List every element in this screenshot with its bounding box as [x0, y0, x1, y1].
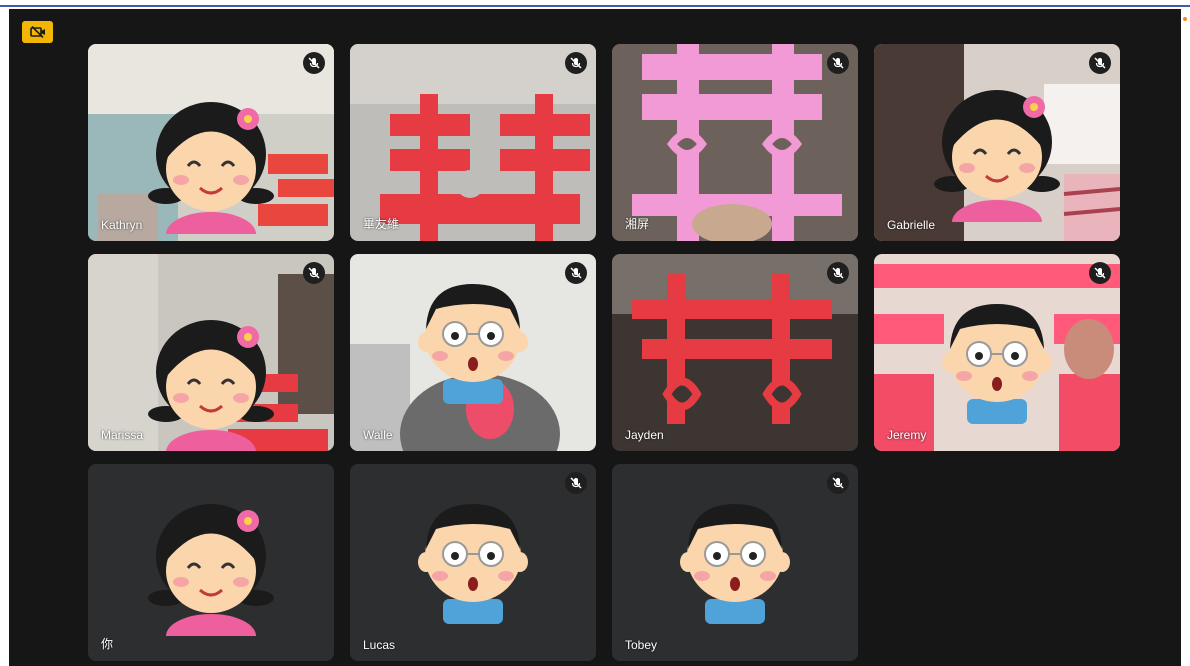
mute-indicator — [565, 52, 587, 74]
status-dot — [1183, 17, 1187, 21]
participant-name: Marissa — [101, 428, 144, 442]
participant-name: Jayden — [625, 428, 664, 442]
meeting-stage: Kathryn 畢友維 湘屏 Gabrielle Marissa Walle J… — [9, 9, 1187, 666]
participant-tile[interactable]: Lucas — [350, 464, 596, 661]
mic-off-icon — [1094, 57, 1106, 69]
mic-off-icon — [832, 57, 844, 69]
mute-indicator — [1089, 52, 1111, 74]
camera-off-icon — [29, 26, 45, 38]
mute-indicator — [827, 262, 849, 284]
mute-indicator — [303, 262, 325, 284]
mute-indicator — [1089, 262, 1111, 284]
video-feed — [612, 254, 858, 451]
mic-off-icon — [308, 57, 320, 69]
participant-tile[interactable]: Tobey — [612, 464, 858, 661]
participant-tile[interactable]: Marissa — [88, 254, 334, 451]
boy-avatar — [680, 504, 790, 624]
mic-off-icon — [570, 477, 582, 489]
participant-tile-self[interactable]: 你 — [88, 464, 334, 661]
participant-name: Lucas — [363, 638, 396, 652]
participant-tile[interactable]: Gabrielle — [874, 44, 1120, 241]
mute-indicator — [827, 52, 849, 74]
participant-name: 畢友維 — [363, 217, 400, 231]
participant-tile[interactable]: Jeremy — [874, 254, 1120, 451]
girl-avatar — [934, 90, 1060, 222]
participant-name: 湘屏 — [625, 217, 650, 231]
participant-tile[interactable]: 湘屏 — [612, 44, 858, 241]
window-top-border — [0, 5, 1190, 7]
participant-name: Jeremy — [887, 428, 927, 442]
mic-off-icon — [832, 267, 844, 279]
camera-off-badge[interactable] — [22, 21, 53, 43]
participant-tile[interactable]: Walle — [350, 254, 596, 451]
participant-name: Walle — [363, 428, 393, 442]
mic-off-icon — [308, 267, 320, 279]
mute-indicator — [827, 472, 849, 494]
mute-indicator — [565, 472, 587, 494]
participant-tile[interactable]: Jayden — [612, 254, 858, 451]
participant-name: Gabrielle — [887, 218, 936, 232]
participant-name: 你 — [101, 637, 114, 651]
boy-avatar — [942, 304, 1052, 424]
mic-off-icon — [832, 477, 844, 489]
video-feed — [350, 44, 596, 241]
participant-tile[interactable]: Kathryn — [88, 44, 334, 241]
mute-indicator — [565, 262, 587, 284]
mic-off-icon — [570, 57, 582, 69]
boy-avatar — [418, 504, 528, 624]
participant-name: Kathryn — [101, 218, 143, 232]
mic-off-icon — [1094, 267, 1106, 279]
girl-avatar — [148, 320, 274, 451]
boy-avatar — [418, 284, 528, 404]
participant-tile[interactable]: 畢友維 — [350, 44, 596, 241]
girl-avatar — [148, 102, 274, 234]
girl-avatar — [148, 504, 274, 636]
mic-off-icon — [570, 267, 582, 279]
mute-indicator — [303, 52, 325, 74]
participant-name: Tobey — [625, 638, 658, 652]
video-feed — [612, 44, 858, 241]
